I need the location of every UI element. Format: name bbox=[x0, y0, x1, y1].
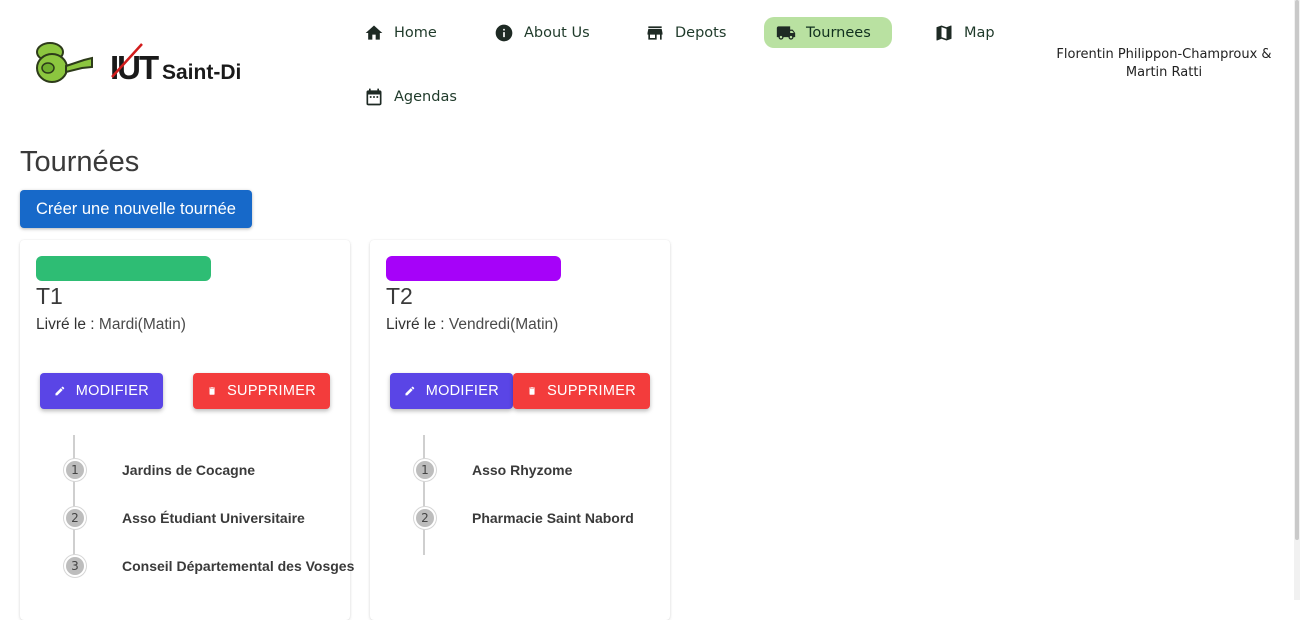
pencil-icon bbox=[405, 386, 415, 396]
scrollbar-thumb[interactable] bbox=[1295, 0, 1299, 540]
trash-icon bbox=[529, 387, 535, 395]
stop-number: 2 bbox=[64, 507, 86, 529]
iut-saint-die-logo[interactable]: IUT Saint-Dié bbox=[32, 40, 253, 88]
nav-home-label: Home bbox=[394, 24, 437, 41]
delete-button[interactable]: SUPPRIMER bbox=[193, 373, 330, 409]
page-title: Tournées bbox=[20, 146, 140, 178]
delivery-value: Mardi(Matin) bbox=[98, 316, 186, 333]
nav-tournees[interactable]: Tournees bbox=[764, 17, 892, 48]
authors-line-1: Florentin Philippon-Champroux & bbox=[1056, 47, 1272, 62]
home-icon bbox=[365, 25, 383, 40]
nav-home[interactable]: Home bbox=[352, 17, 449, 48]
nav-agendas-label: Agendas bbox=[394, 88, 457, 105]
tour-color-bar bbox=[386, 256, 561, 281]
edit-button[interactable]: MODIFIER bbox=[390, 373, 513, 409]
calendar-icon bbox=[366, 88, 382, 105]
svg-text:Saint-Dié: Saint-Dié bbox=[162, 61, 242, 84]
delete-button-label: SUPPRIMER bbox=[227, 383, 316, 399]
nav-map-label: Map bbox=[964, 24, 995, 41]
authors: Florentin Philippon-Champroux & Martin R… bbox=[1040, 46, 1288, 82]
store-icon bbox=[647, 25, 663, 40]
trash-icon bbox=[209, 387, 215, 395]
map-icon bbox=[936, 25, 952, 40]
stop-number: 3 bbox=[64, 555, 86, 577]
truck-icon bbox=[776, 25, 796, 40]
nav-map[interactable]: Map bbox=[922, 17, 1007, 48]
info-icon bbox=[495, 24, 513, 41]
edit-button[interactable]: MODIFIER bbox=[40, 373, 163, 409]
delivery-label: Livré le : bbox=[36, 316, 95, 333]
timeline-line bbox=[423, 435, 425, 555]
create-tour-button[interactable]: Créer une nouvelle tournée bbox=[20, 190, 252, 228]
tour-color-bar bbox=[36, 256, 211, 281]
nav-agendas[interactable]: Agendas bbox=[352, 81, 469, 112]
tour-card-t1: T1 Livré le : Mardi(Matin) MODIFIER SUPP… bbox=[20, 240, 354, 620]
delivery-info: Livré le : Mardi(Matin) bbox=[36, 316, 186, 334]
edit-button-label: MODIFIER bbox=[425, 383, 499, 399]
watering-can-logo-icon: IUT Saint-Dié bbox=[36, 42, 253, 86]
tour-name: T1 bbox=[36, 283, 63, 309]
authors-line-2: Martin Ratti bbox=[1125, 65, 1203, 80]
delivery-value: Vendredi(Matin) bbox=[448, 316, 559, 333]
svg-text:IUT: IUT bbox=[110, 49, 159, 86]
scrollbar-track[interactable] bbox=[1294, 0, 1300, 600]
nav-depots[interactable]: Depots bbox=[633, 17, 738, 48]
pencil-icon bbox=[55, 386, 65, 396]
delete-button-label: SUPPRIMER bbox=[547, 383, 636, 399]
timeline-line bbox=[73, 435, 75, 555]
nav-depots-label: Depots bbox=[675, 24, 727, 41]
nav-tournees-label: Tournees bbox=[806, 24, 871, 41]
stop-name: Pharmacie Saint Nabord bbox=[472, 510, 634, 526]
nav-about-us-label: About Us bbox=[524, 24, 590, 41]
stop-number: 1 bbox=[64, 459, 86, 481]
delete-button[interactable]: SUPPRIMER bbox=[513, 373, 650, 409]
tour-name: T2 bbox=[386, 283, 413, 309]
edit-button-label: MODIFIER bbox=[75, 383, 149, 399]
stop-name: Conseil Départemental des Vosges bbox=[122, 558, 355, 574]
stop-number: 2 bbox=[414, 507, 436, 529]
stop-number: 1 bbox=[414, 459, 436, 481]
stop-name: Asso Rhyzome bbox=[472, 462, 573, 478]
stop-name: Jardins de Cocagne bbox=[122, 462, 256, 478]
delivery-label: Livré le : bbox=[386, 316, 445, 333]
tour-card-t2: T2 Livré le : Vendredi(Matin) MODIFIER S… bbox=[370, 240, 670, 620]
delivery-info: Livré le : Vendredi(Matin) bbox=[386, 316, 558, 334]
stop-name: Asso Étudiant Universitaire bbox=[122, 510, 305, 526]
nav-about-us[interactable]: About Us bbox=[482, 17, 602, 48]
